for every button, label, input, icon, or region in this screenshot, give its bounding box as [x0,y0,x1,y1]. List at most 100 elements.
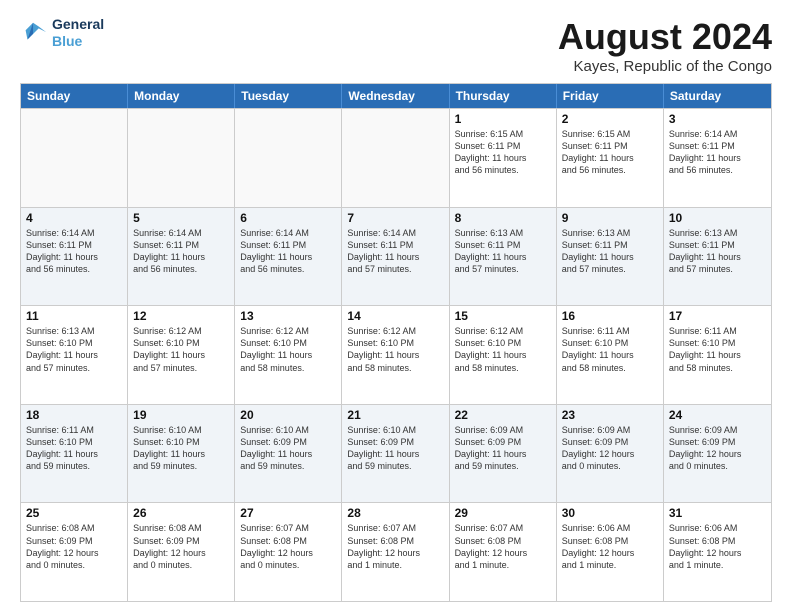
calendar-week-2: 4 Sunrise: 6:14 AM Sunset: 6:11 PM Daylig… [21,207,771,306]
calendar-day-14: 14 Sunrise: 6:12 AM Sunset: 6:10 PM Dayli… [342,306,449,404]
day-number: 26 [133,506,229,520]
day-number: 4 [26,211,122,225]
calendar-day-18: 18Sunrise: 6:11 AM Sunset: 6:10 PM Dayli… [21,405,128,503]
day-info: Sunrise: 6:14 AM Sunset: 6:11 PM Dayligh… [347,227,443,276]
calendar-empty-cell [235,109,342,207]
day-info: Sunrise: 6:14 AM Sunset: 6:11 PM Dayligh… [133,227,229,276]
calendar-day-8: 8 Sunrise: 6:13 AM Sunset: 6:11 PM Daylig… [450,208,557,306]
calendar-day-10: 10 Sunrise: 6:13 AM Sunset: 6:11 PM Dayli… [664,208,771,306]
day-number: 1 [455,112,551,126]
day-number: 19 [133,408,229,422]
calendar-day-19: 19 Sunrise: 6:10 AM Sunset: 6:10 PM Dayli… [128,405,235,503]
logo: General Blue [20,16,104,50]
calendar-body: 1 Sunrise: 6:15 AM Sunset: 6:11 PM Daylig… [21,108,771,601]
calendar-day-23: 23Sunrise: 6:09 AM Sunset: 6:09 PM Dayli… [557,405,664,503]
day-number: 13 [240,309,336,323]
day-info: Sunrise: 6:12 AM Sunset: 6:10 PM Dayligh… [347,325,443,374]
day-info: Sunrise: 6:13 AM Sunset: 6:11 PM Dayligh… [455,227,551,276]
calendar-day-26: 26 Sunrise: 6:08 AM Sunset: 6:09 PM Dayli… [128,503,235,601]
day-info: Sunrise: 6:11 AM Sunset: 6:10 PM Dayligh… [669,325,766,374]
calendar-empty-cell [128,109,235,207]
day-number: 3 [669,112,766,126]
day-number: 27 [240,506,336,520]
calendar-day-15: 15 Sunrise: 6:12 AM Sunset: 6:10 PM Dayli… [450,306,557,404]
main-title: August 2024 [558,16,772,58]
calendar-day-27: 27 Sunrise: 6:07 AM Sunset: 6:08 PM Dayli… [235,503,342,601]
day-number: 18 [26,408,122,422]
day-number: 31 [669,506,766,520]
header-day-sunday: Sunday [21,84,128,108]
day-info: Sunrise: 6:14 AM Sunset: 6:11 PM Dayligh… [26,227,122,276]
header-day-saturday: Saturday [664,84,771,108]
day-number: 15 [455,309,551,323]
day-number: 5 [133,211,229,225]
day-info: Sunrise: 6:11 AM Sunset: 6:10 PM Dayligh… [562,325,658,374]
day-number: 30 [562,506,658,520]
calendar-day-22: 22Sunrise: 6:09 AM Sunset: 6:09 PM Dayli… [450,405,557,503]
header-day-wednesday: Wednesday [342,84,449,108]
calendar-day-30: 30 Sunrise: 6:06 AM Sunset: 6:08 PM Dayli… [557,503,664,601]
day-info: Sunrise: 6:10 AM Sunset: 6:10 PM Dayligh… [133,424,229,473]
day-number: 10 [669,211,766,225]
day-number: 20 [240,408,336,422]
calendar-week-3: 11 Sunrise: 6:13 AM Sunset: 6:10 PM Dayli… [21,305,771,404]
calendar-day-13: 13 Sunrise: 6:12 AM Sunset: 6:10 PM Dayli… [235,306,342,404]
day-number: 29 [455,506,551,520]
header-day-friday: Friday [557,84,664,108]
calendar-day-29: 29 Sunrise: 6:07 AM Sunset: 6:08 PM Dayli… [450,503,557,601]
day-info: Sunrise: 6:14 AM Sunset: 6:11 PM Dayligh… [669,128,766,177]
header-day-thursday: Thursday [450,84,557,108]
day-info: Sunrise: 6:06 AM Sunset: 6:08 PM Dayligh… [669,522,766,571]
calendar-day-7: 7 Sunrise: 6:14 AM Sunset: 6:11 PM Daylig… [342,208,449,306]
day-info: Sunrise: 6:08 AM Sunset: 6:09 PM Dayligh… [133,522,229,571]
day-info: Sunrise: 6:09 AM Sunset: 6:09 PM Dayligh… [455,424,551,473]
logo-text: General Blue [52,16,104,50]
day-number: 2 [562,112,658,126]
calendar-day-31: 31 Sunrise: 6:06 AM Sunset: 6:08 PM Dayli… [664,503,771,601]
title-area: August 2024 Kayes, Republic of the Congo [558,16,772,75]
calendar-day-28: 28 Sunrise: 6:07 AM Sunset: 6:08 PM Dayli… [342,503,449,601]
calendar-day-1: 1 Sunrise: 6:15 AM Sunset: 6:11 PM Daylig… [450,109,557,207]
day-info: Sunrise: 6:13 AM Sunset: 6:10 PM Dayligh… [26,325,122,374]
calendar-empty-cell [21,109,128,207]
logo-icon [20,19,48,47]
calendar-day-17: 17Sunrise: 6:11 AM Sunset: 6:10 PM Dayli… [664,306,771,404]
day-number: 9 [562,211,658,225]
day-info: Sunrise: 6:07 AM Sunset: 6:08 PM Dayligh… [347,522,443,571]
calendar-day-21: 21 Sunrise: 6:10 AM Sunset: 6:09 PM Dayli… [342,405,449,503]
page: General Blue August 2024 Kayes, Republic… [0,0,792,612]
day-number: 28 [347,506,443,520]
calendar-empty-cell [342,109,449,207]
day-info: Sunrise: 6:07 AM Sunset: 6:08 PM Dayligh… [455,522,551,571]
day-info: Sunrise: 6:10 AM Sunset: 6:09 PM Dayligh… [347,424,443,473]
subtitle: Kayes, Republic of the Congo [558,58,772,75]
day-info: Sunrise: 6:12 AM Sunset: 6:10 PM Dayligh… [240,325,336,374]
day-info: Sunrise: 6:10 AM Sunset: 6:09 PM Dayligh… [240,424,336,473]
calendar-day-20: 20 Sunrise: 6:10 AM Sunset: 6:09 PM Dayli… [235,405,342,503]
calendar-day-16: 16 Sunrise: 6:11 AM Sunset: 6:10 PM Dayli… [557,306,664,404]
day-info: Sunrise: 6:13 AM Sunset: 6:11 PM Dayligh… [562,227,658,276]
day-number: 14 [347,309,443,323]
day-number: 16 [562,309,658,323]
calendar-day-12: 12Sunrise: 6:12 AM Sunset: 6:10 PM Dayli… [128,306,235,404]
day-number: 23 [562,408,658,422]
day-info: Sunrise: 6:14 AM Sunset: 6:11 PM Dayligh… [240,227,336,276]
day-number: 6 [240,211,336,225]
calendar: SundayMondayTuesdayWednesdayThursdayFrid… [20,83,772,602]
day-number: 11 [26,309,122,323]
calendar-day-4: 4 Sunrise: 6:14 AM Sunset: 6:11 PM Daylig… [21,208,128,306]
day-number: 7 [347,211,443,225]
day-info: Sunrise: 6:15 AM Sunset: 6:11 PM Dayligh… [455,128,551,177]
day-number: 8 [455,211,551,225]
calendar-day-5: 5 Sunrise: 6:14 AM Sunset: 6:11 PM Daylig… [128,208,235,306]
calendar-day-24: 24Sunrise: 6:09 AM Sunset: 6:09 PM Dayli… [664,405,771,503]
day-info: Sunrise: 6:12 AM Sunset: 6:10 PM Dayligh… [455,325,551,374]
header-day-monday: Monday [128,84,235,108]
day-info: Sunrise: 6:06 AM Sunset: 6:08 PM Dayligh… [562,522,658,571]
day-info: Sunrise: 6:07 AM Sunset: 6:08 PM Dayligh… [240,522,336,571]
calendar-week-4: 18Sunrise: 6:11 AM Sunset: 6:10 PM Dayli… [21,404,771,503]
header-day-tuesday: Tuesday [235,84,342,108]
day-info: Sunrise: 6:13 AM Sunset: 6:11 PM Dayligh… [669,227,766,276]
calendar-day-3: 3 Sunrise: 6:14 AM Sunset: 6:11 PM Daylig… [664,109,771,207]
day-number: 21 [347,408,443,422]
